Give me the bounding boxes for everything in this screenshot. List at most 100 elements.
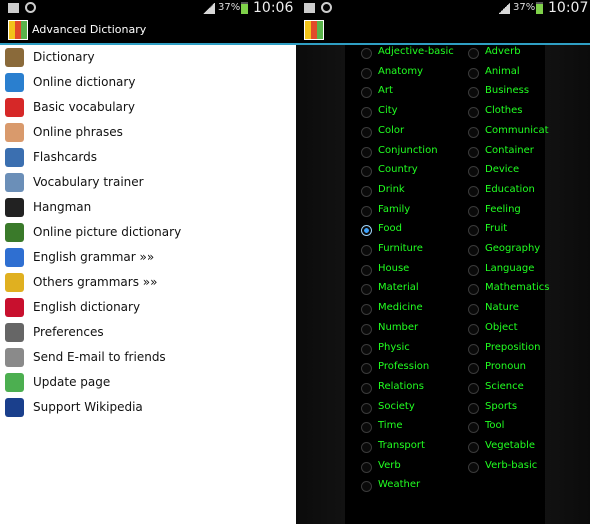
menu-item-label: Dictionary xyxy=(33,50,95,64)
menu-item[interactable]: Support Wikipedia xyxy=(0,395,296,420)
app-logo-icon[interactable] xyxy=(8,20,28,40)
category-label: Family xyxy=(378,203,411,215)
category-label: Country xyxy=(378,164,418,176)
category-label: Pronoun xyxy=(485,361,526,373)
category-label: City xyxy=(378,105,398,117)
menu-item[interactable]: Basic vocabulary xyxy=(0,95,296,120)
menu-item-label: Preferences xyxy=(33,325,104,339)
radio-button[interactable] xyxy=(361,382,372,394)
radio-button[interactable] xyxy=(361,87,372,99)
radio-button[interactable] xyxy=(361,245,372,256)
menu-item[interactable]: Hangman xyxy=(0,195,296,220)
radio-button[interactable] xyxy=(468,245,479,256)
radio-button[interactable] xyxy=(468,166,479,178)
menu-item[interactable]: Online picture dictionary xyxy=(0,220,296,245)
category-label: Vegetable xyxy=(485,440,536,451)
radio-button[interactable] xyxy=(361,126,372,138)
menu-item[interactable]: Send E-mail to friends xyxy=(0,345,296,370)
radio-button[interactable] xyxy=(361,284,372,296)
category-label: Mathematics xyxy=(485,282,550,294)
radio-button[interactable] xyxy=(468,87,479,99)
radio-button[interactable] xyxy=(468,205,479,217)
radio-button[interactable] xyxy=(468,185,479,197)
radio-button[interactable] xyxy=(361,166,372,178)
menu-item[interactable]: Online phrases xyxy=(0,120,296,145)
category-label: Feeling xyxy=(485,203,521,215)
status-bar: 37% 10:06 xyxy=(0,0,296,16)
radio-button[interactable] xyxy=(468,323,479,335)
gallery-notification-icon xyxy=(304,3,315,13)
blocks-icon xyxy=(5,248,24,267)
menu-item-label: Send E-mail to friends xyxy=(33,350,166,364)
category-label: Preposition xyxy=(485,341,541,353)
radio-button[interactable] xyxy=(468,304,479,316)
clock: 10:07 xyxy=(548,0,589,16)
category-label: Geography xyxy=(485,243,541,254)
red-book-icon xyxy=(5,98,24,117)
menu-item-label: Online phrases xyxy=(33,125,123,139)
radio-button[interactable] xyxy=(361,363,372,375)
radio-button[interactable] xyxy=(468,107,479,119)
radio-button[interactable] xyxy=(468,48,479,59)
menu-item-label: Vocabulary trainer xyxy=(33,175,144,189)
radio-button[interactable] xyxy=(361,304,372,316)
menu-item[interactable]: Dictionary xyxy=(0,45,296,70)
menu-item[interactable]: Preferences xyxy=(0,320,296,345)
radio-button[interactable] xyxy=(468,225,479,237)
menu-item[interactable]: English grammar »» xyxy=(0,245,296,270)
radio-button[interactable] xyxy=(361,264,372,276)
menu-item-label: Update page xyxy=(33,375,111,389)
radio-button[interactable] xyxy=(361,107,372,119)
radio-button[interactable] xyxy=(361,48,372,59)
menu-item[interactable]: Update page xyxy=(0,370,296,395)
radio-button[interactable] xyxy=(468,146,479,158)
radio-button[interactable] xyxy=(361,67,372,79)
radio-button[interactable] xyxy=(361,225,372,237)
uk-flag-icon xyxy=(5,298,24,317)
radio-button[interactable] xyxy=(361,146,372,158)
radio-button[interactable] xyxy=(468,382,479,394)
app-logo-icon[interactable] xyxy=(304,20,324,40)
radio-button[interactable] xyxy=(468,461,479,473)
radio-button[interactable] xyxy=(361,481,372,493)
category-label: Science xyxy=(485,380,524,392)
menu-item-label: Flashcards xyxy=(33,150,97,164)
menu-item[interactable]: Flashcards xyxy=(0,145,296,170)
radio-button[interactable] xyxy=(361,402,372,414)
radio-button[interactable] xyxy=(361,323,372,335)
radio-button[interactable] xyxy=(468,126,479,138)
menu-item[interactable]: Online dictionary xyxy=(0,70,296,95)
menu-item[interactable]: Others grammars »» xyxy=(0,270,296,295)
radio-button[interactable] xyxy=(468,284,479,296)
radio-button[interactable] xyxy=(468,343,479,355)
radio-button[interactable] xyxy=(361,422,372,434)
radio-button[interactable] xyxy=(468,442,479,453)
alarm-icon xyxy=(321,2,332,13)
menu-item[interactable]: Vocabulary trainer xyxy=(0,170,296,195)
radio-button[interactable] xyxy=(361,343,372,355)
radio-button[interactable] xyxy=(361,185,372,197)
category-label: Device xyxy=(485,164,520,176)
menu-item-label: Hangman xyxy=(33,200,92,214)
radio-button[interactable] xyxy=(361,205,372,217)
person-icon xyxy=(5,123,24,142)
envelope-icon xyxy=(5,348,24,367)
category-label: Medicine xyxy=(378,302,423,314)
category-label: Time xyxy=(378,420,403,432)
radio-button[interactable] xyxy=(468,402,479,414)
radio-button[interactable] xyxy=(468,422,479,434)
action-bar xyxy=(296,16,590,45)
radio-button[interactable] xyxy=(361,442,372,453)
radio-button[interactable] xyxy=(468,264,479,276)
menu-item[interactable]: English dictionary xyxy=(0,295,296,320)
radio-button[interactable] xyxy=(468,363,479,375)
category-label: Business xyxy=(485,85,530,97)
category-label: Nature xyxy=(485,302,519,314)
checklist-icon xyxy=(5,173,24,192)
category-label: Sports xyxy=(485,400,518,412)
radio-button[interactable] xyxy=(361,461,372,473)
radio-button[interactable] xyxy=(468,67,479,79)
hammer-icon xyxy=(5,323,24,342)
battery-percent: 37% xyxy=(218,2,241,13)
category-label: Art xyxy=(378,85,393,97)
